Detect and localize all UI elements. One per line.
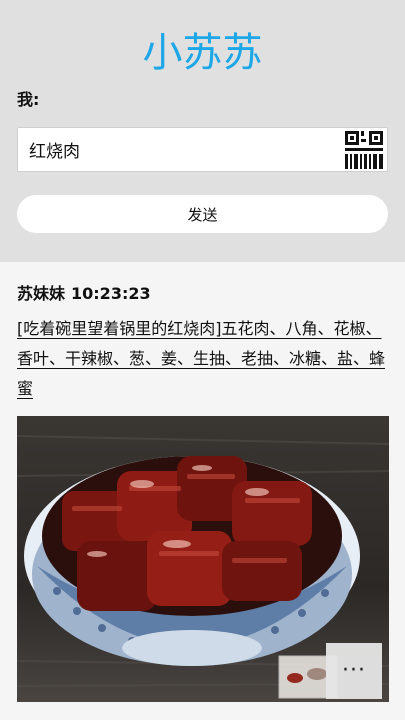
reply-time: 10:23:23 (71, 284, 151, 303)
message-input-box[interactable] (17, 127, 388, 172)
more-button[interactable]: ··· (326, 643, 382, 699)
reply-text[interactable]: [吃着碗里望着锅里的红烧肉]五花肉、八角、花椒、香叶、干辣椒、葱、姜、生抽、老抽… (17, 314, 389, 404)
me-label: 我: (17, 90, 40, 109)
reply-header: 苏妹妹 10:23:23 (17, 280, 157, 304)
app-title: 小苏苏 (142, 30, 263, 76)
reply-panel: 苏妹妹 10:23:23 [吃着碗里望着锅里的红烧肉]五花肉、八角、花椒、香叶、干… (0, 262, 405, 720)
more-icon: ··· (342, 658, 366, 683)
message-input[interactable] (29, 128, 339, 171)
composer-panel: 小苏苏 我: 发送 (0, 0, 405, 262)
send-button[interactable]: 发送 (17, 195, 388, 233)
qr-code-icon[interactable] (343, 129, 385, 171)
sender-name: 苏妹妹 (17, 284, 66, 303)
